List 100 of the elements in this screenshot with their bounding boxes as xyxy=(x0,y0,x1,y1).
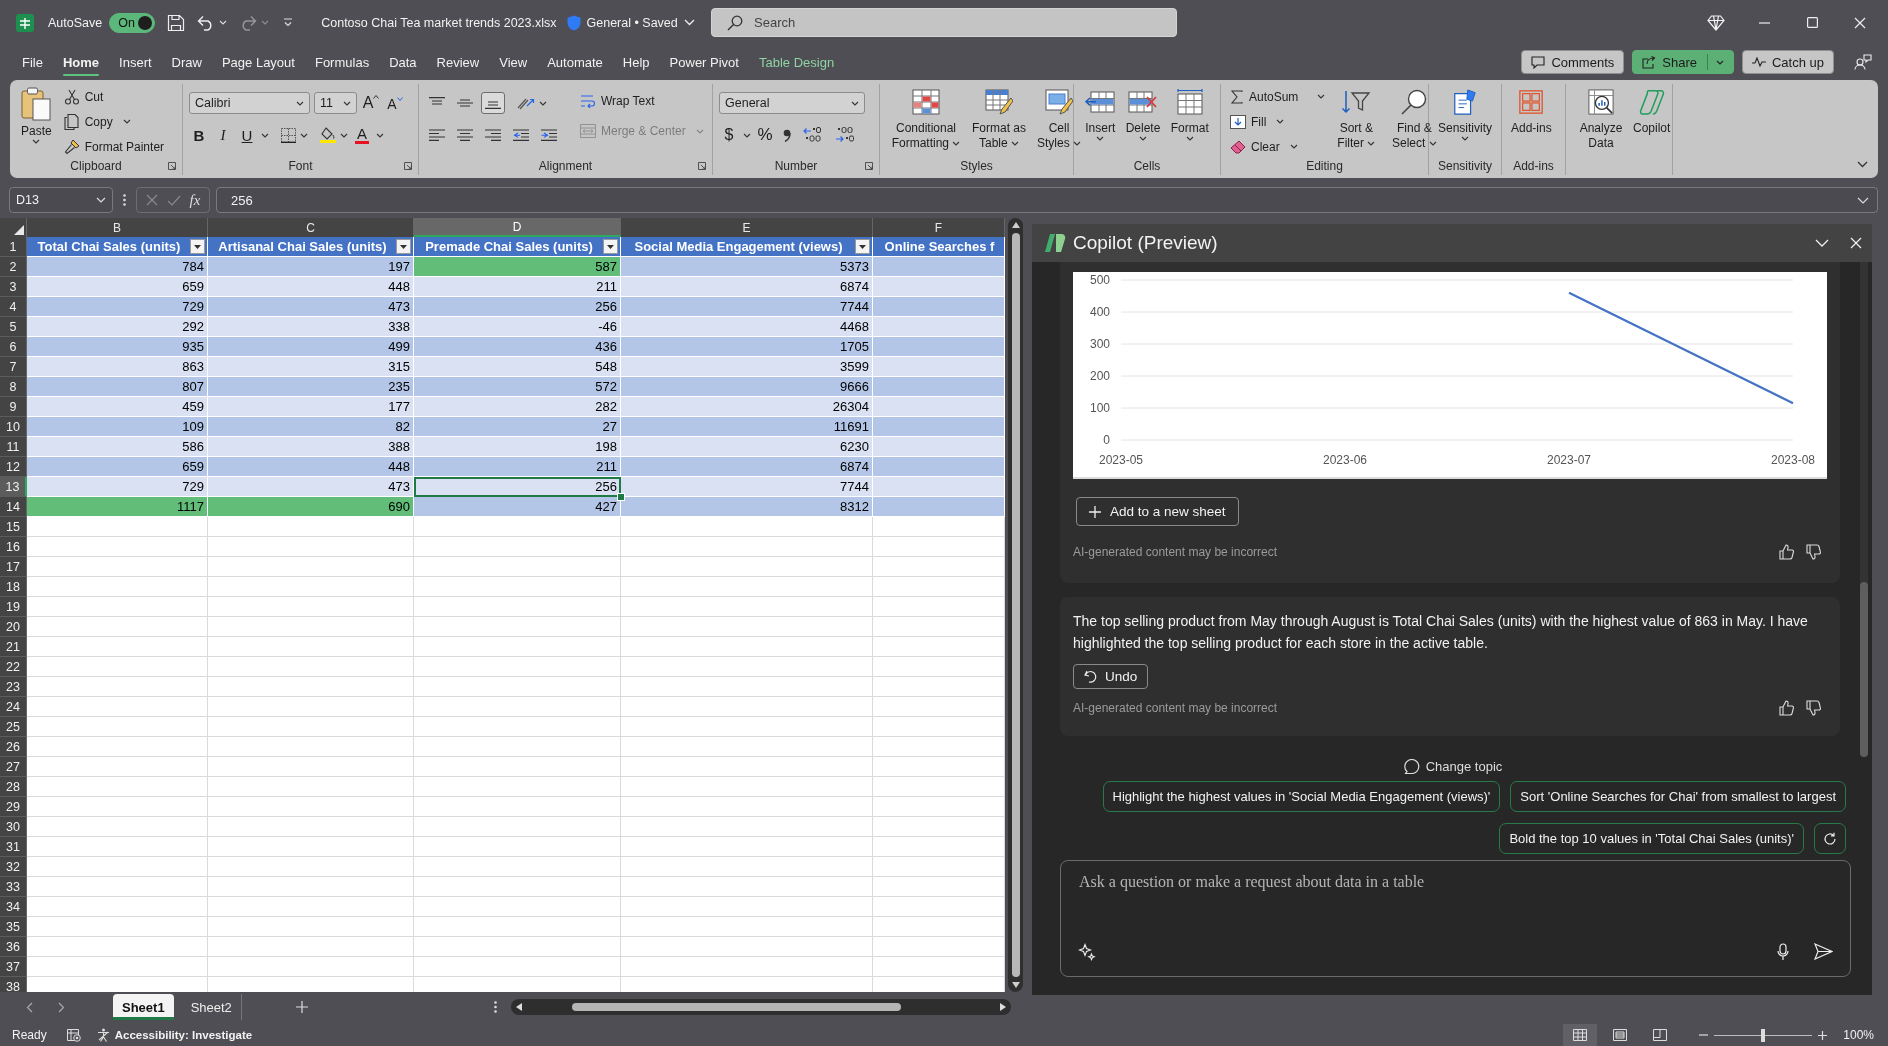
row-header[interactable]: 37 xyxy=(0,957,27,977)
row-header[interactable]: 11 xyxy=(0,437,27,457)
row-header[interactable]: 1 xyxy=(0,237,27,257)
percent-button[interactable]: % xyxy=(755,124,775,146)
row-header[interactable]: 19 xyxy=(0,597,27,617)
row-header[interactable]: 15 xyxy=(0,517,27,537)
row-header[interactable]: 6 xyxy=(0,337,27,357)
caret-icon[interactable] xyxy=(539,100,547,106)
close-icon[interactable] xyxy=(1850,237,1862,249)
fill-color-icon[interactable] xyxy=(320,127,336,143)
undo-button[interactable]: Undo xyxy=(1073,664,1149,689)
filter-dropdown-icon[interactable] xyxy=(396,239,411,254)
row-header[interactable]: 21 xyxy=(0,637,27,657)
catch-up-button[interactable]: Catch up xyxy=(1741,50,1834,74)
row-header[interactable]: 36 xyxy=(0,937,27,957)
italic-button[interactable]: I xyxy=(213,124,233,146)
zoom-thumb[interactable] xyxy=(1761,1028,1766,1042)
menu-tab[interactable]: Formulas xyxy=(304,48,380,76)
row-header[interactable]: 33 xyxy=(0,877,27,897)
row-header[interactable]: 38 xyxy=(0,977,27,992)
vertical-align-button[interactable] xyxy=(481,92,505,114)
menu-tab[interactable]: Table Design xyxy=(748,48,845,76)
row-header[interactable]: 9 xyxy=(0,397,27,417)
row-header[interactable]: 29 xyxy=(0,797,27,817)
more-options-icon[interactable] xyxy=(493,1001,497,1013)
row-header[interactable]: 35 xyxy=(0,917,27,937)
menu-tab[interactable]: Power Pivot xyxy=(659,48,749,76)
increase-indent-icon[interactable] xyxy=(541,129,557,141)
font-size-field[interactable]: 11 xyxy=(314,92,357,114)
analyze-data-button[interactable]: Analyze Data xyxy=(1572,84,1630,151)
caret-icon[interactable] xyxy=(376,132,384,138)
row-header[interactable]: 4 xyxy=(0,297,27,317)
row-header[interactable]: 3 xyxy=(0,277,27,297)
more-options-icon[interactable] xyxy=(123,194,126,206)
dialog-launcher-icon[interactable] xyxy=(404,162,412,170)
decrease-indent-icon[interactable] xyxy=(513,129,529,141)
copilot-button[interactable]: Copilot xyxy=(1630,84,1674,136)
row-header[interactable]: 17 xyxy=(0,557,27,577)
document-status-button[interactable]: General • Saved xyxy=(566,14,695,31)
delete-button[interactable]: Delete xyxy=(1122,84,1164,141)
format-painter-button[interactable]: Format Painter xyxy=(60,134,168,159)
thumbs-down-icon[interactable] xyxy=(1806,544,1821,560)
grow-font-button[interactable]: A xyxy=(361,92,381,114)
bold-button[interactable]: B xyxy=(189,124,209,146)
sheet-tab[interactable]: Sheet1 xyxy=(113,994,174,1020)
row-header[interactable]: 25 xyxy=(0,717,27,737)
chevron-down-icon[interactable] xyxy=(1815,239,1829,247)
row-header[interactable]: 27 xyxy=(0,757,27,777)
column-header[interactable]: D xyxy=(414,218,621,237)
menu-tab[interactable]: Page Layout xyxy=(211,48,305,76)
maximize-icon[interactable] xyxy=(1806,17,1818,28)
minimize-icon[interactable] xyxy=(1758,21,1770,24)
refresh-button[interactable] xyxy=(1814,823,1846,854)
select-all-icon[interactable] xyxy=(14,225,24,235)
filter-dropdown-icon[interactable] xyxy=(603,239,618,254)
chat-input-field[interactable]: Ask a question or make a request about data in a table xyxy=(1060,860,1851,977)
menu-tab[interactable]: Review xyxy=(426,48,490,76)
align-right-icon[interactable] xyxy=(485,129,501,141)
suggestion-chip[interactable]: Sort 'Online Searches for Chai' from smallest to largest xyxy=(1510,781,1846,812)
caret-icon[interactable] xyxy=(743,132,751,138)
suggestion-chip[interactable]: Highlight the highest values in 'Social Media Engagement (views)' xyxy=(1102,781,1501,812)
row-header[interactable]: 12 xyxy=(0,457,27,477)
thumbs-up-icon[interactable] xyxy=(1779,544,1794,560)
row-header[interactable]: 20 xyxy=(0,617,27,637)
caret-icon[interactable] xyxy=(300,132,308,138)
menu-tab[interactable]: File xyxy=(12,48,53,76)
collapse-ribbon-icon[interactable] xyxy=(1857,161,1868,168)
format-button[interactable]: Format xyxy=(1167,84,1212,141)
align-left-icon[interactable] xyxy=(429,129,445,141)
caret-icon[interactable] xyxy=(340,132,348,138)
menu-tab[interactable]: Automate xyxy=(537,48,613,76)
previous-sheet-icon[interactable] xyxy=(26,1001,33,1013)
save-icon[interactable] xyxy=(167,13,186,32)
add-ins-button[interactable]: Add-ins xyxy=(1508,84,1555,136)
scrollbar-thumb[interactable] xyxy=(1860,582,1868,757)
row-header[interactable]: 7 xyxy=(0,357,27,377)
font-color-button[interactable]: A xyxy=(352,124,372,146)
view-button[interactable] xyxy=(1563,1024,1598,1046)
paste-button[interactable]: Paste xyxy=(18,84,55,144)
row-header[interactable]: 10 xyxy=(0,417,27,437)
add-sheet-icon[interactable] xyxy=(295,1001,308,1013)
menu-tab[interactable]: Data xyxy=(379,48,427,76)
row-header[interactable]: 34 xyxy=(0,897,27,917)
wrap-text-button[interactable]: Wrap Text xyxy=(577,89,707,113)
sparkle-icon[interactable] xyxy=(1078,943,1096,961)
row-header[interactable]: 22 xyxy=(0,657,27,677)
accessibility-button[interactable]: Accessibility: Investigate xyxy=(96,1028,253,1042)
fill-handle-icon[interactable] xyxy=(617,493,625,501)
vertical-scrollbar[interactable] xyxy=(1008,218,1023,992)
row-header[interactable]: 31 xyxy=(0,837,27,857)
name-box[interactable]: D13 xyxy=(9,187,113,213)
align-center-icon[interactable] xyxy=(457,129,473,141)
sheet-tab[interactable]: Sheet2 xyxy=(181,994,242,1020)
autosum-button[interactable]: AutoSum xyxy=(1227,84,1329,109)
number-format-field[interactable]: General xyxy=(719,92,865,114)
macro-record-icon[interactable] xyxy=(66,1028,81,1042)
sort-filter-button[interactable]: Sort & Filter xyxy=(1328,84,1385,151)
row-header[interactable]: 8 xyxy=(0,377,27,397)
change-topic-button[interactable]: Change topic xyxy=(1403,756,1503,776)
row-header[interactable]: 32 xyxy=(0,857,27,877)
